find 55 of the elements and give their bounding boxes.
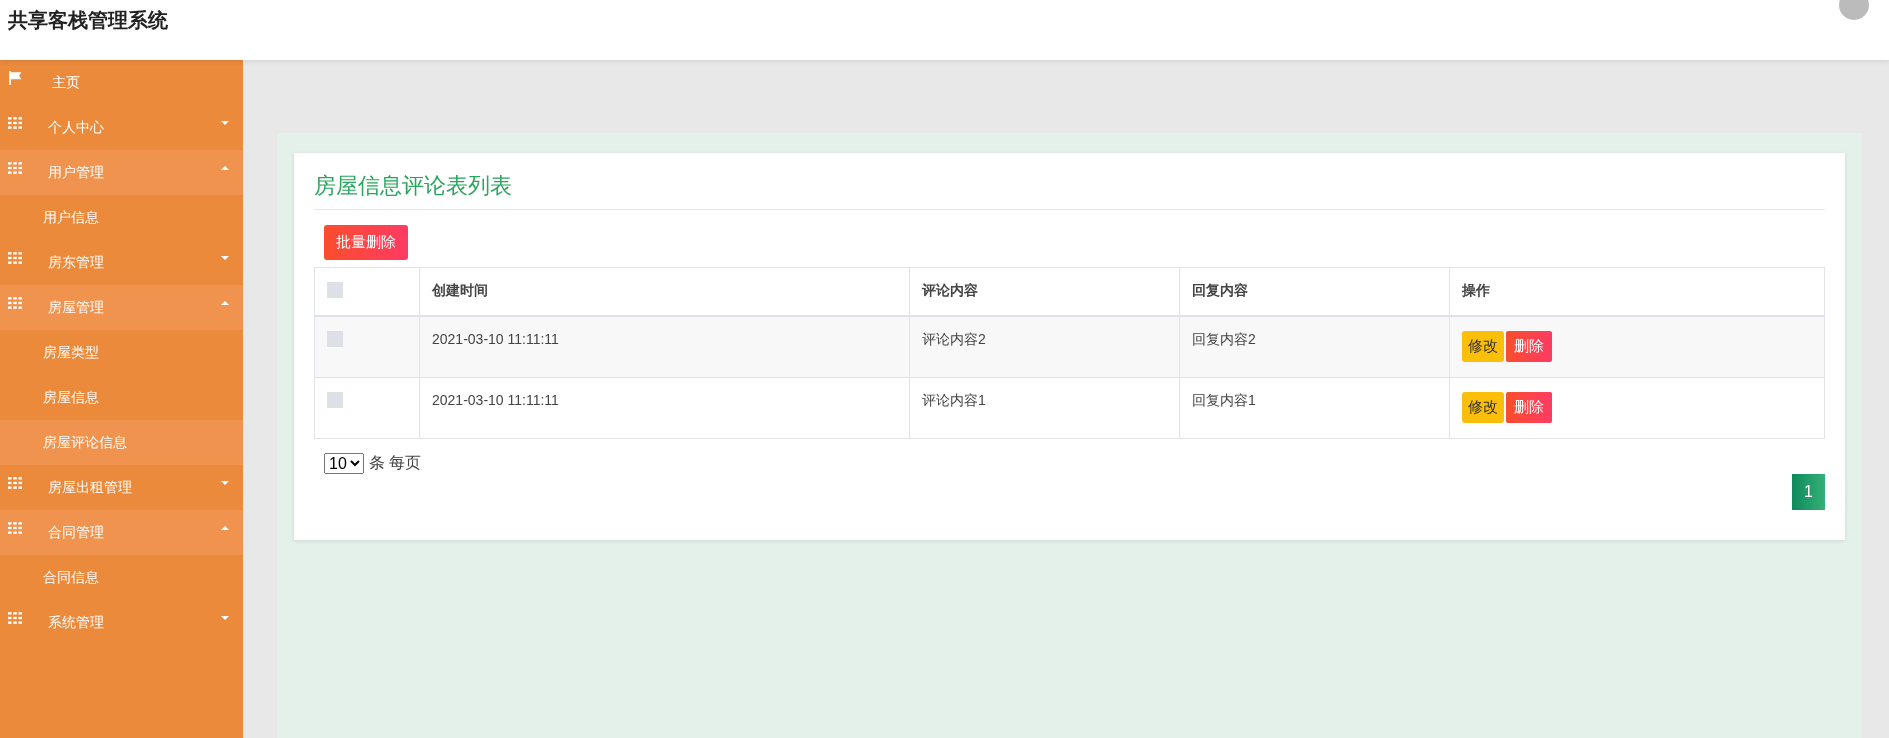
sidebar-subitem[interactable]: 房屋评论信息 — [0, 420, 243, 465]
sidebar-item[interactable]: 个人中心 — [0, 105, 243, 150]
app-title: 共享客栈管理系统 — [8, 8, 168, 33]
sidebar-subitem[interactable]: 房屋信息 — [0, 375, 243, 420]
table-cell: 评论内容1 — [909, 377, 1180, 439]
caret-up-icon — [221, 525, 229, 530]
grid-icon — [8, 476, 22, 489]
caret-down-icon — [221, 615, 229, 620]
checkbox[interactable] — [327, 392, 343, 408]
table-cell: 2021-03-10 11:11:11 — [419, 316, 910, 378]
sidebar-label: 房东管理 — [48, 253, 104, 272]
sidebar-subitem[interactable]: 用户信息 — [0, 195, 243, 240]
edit-button[interactable]: 修改 — [1462, 392, 1504, 423]
sidebar-label: 房屋管理 — [48, 298, 104, 317]
sidebar-subitem[interactable]: 合同信息 — [0, 555, 243, 600]
sidebar-item[interactable]: 房东管理 — [0, 240, 243, 285]
sidebar-label: 主页 — [52, 73, 80, 92]
caret-down-icon — [221, 120, 229, 125]
edit-button[interactable]: 修改 — [1462, 331, 1504, 362]
caret-up-icon — [221, 300, 229, 305]
caret-down-icon — [221, 255, 229, 260]
page-button[interactable]: 1 — [1792, 474, 1825, 510]
sidebar-item[interactable]: 房屋管理 — [0, 285, 243, 330]
card-title: 房屋信息评论表列表 — [314, 171, 1825, 210]
table-cell: 回复内容1 — [1179, 377, 1450, 439]
grid-icon — [8, 611, 22, 624]
sidebar-item[interactable]: 系统管理 — [0, 600, 243, 645]
caret-down-icon — [221, 480, 229, 485]
grid-icon — [8, 161, 22, 174]
sidebar-item[interactable]: 合同管理 — [0, 510, 243, 555]
per-page-label: 条 每页 — [369, 453, 422, 473]
sidebar-label: 合同管理 — [48, 523, 104, 542]
checkbox[interactable] — [327, 282, 343, 298]
table-cell: 回复内容2 — [1179, 316, 1450, 378]
table-cell: 评论内容2 — [909, 316, 1180, 378]
caret-up-icon — [221, 165, 229, 170]
table-cell: 2021-03-10 11:11:11 — [419, 377, 910, 439]
sidebar-label: 个人中心 — [48, 118, 104, 137]
sidebar-label: 系统管理 — [48, 613, 104, 632]
delete-button[interactable]: 删除 — [1506, 331, 1552, 362]
sidebar-label: 用户管理 — [48, 163, 104, 182]
grid-icon — [8, 251, 22, 264]
flag-icon — [8, 70, 22, 85]
sidebar-item[interactable]: 用户管理 — [0, 150, 243, 195]
grid-icon — [8, 296, 22, 309]
bulk-delete-button[interactable]: 批量删除 — [324, 225, 408, 260]
page-size-select[interactable]: 10 — [324, 453, 364, 474]
sidebar-item[interactable]: 房屋出租管理 — [0, 465, 243, 510]
grid-icon — [8, 116, 22, 129]
sidebar-subitem[interactable]: 房屋类型 — [0, 330, 243, 375]
sidebar-label: 房屋出租管理 — [48, 478, 132, 497]
grid-icon — [8, 521, 22, 534]
sidebar-item[interactable]: 主页 — [0, 60, 243, 105]
checkbox[interactable] — [327, 331, 343, 347]
delete-button[interactable]: 删除 — [1506, 392, 1552, 423]
